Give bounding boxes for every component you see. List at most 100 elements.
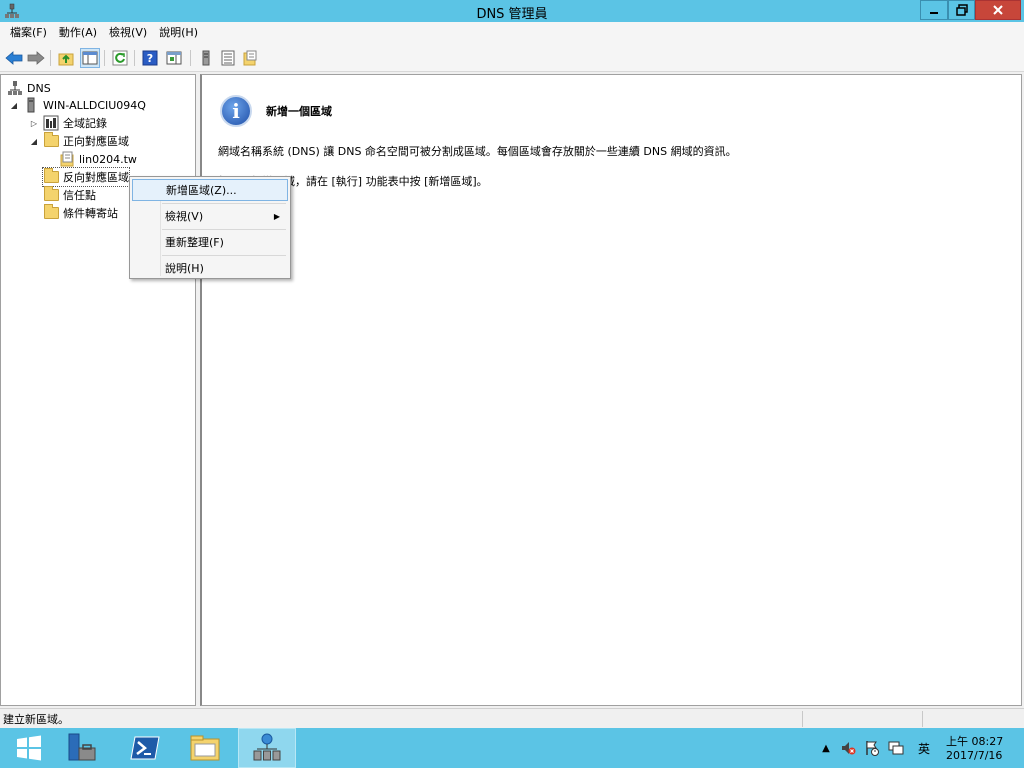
tree-label: 條件轉寄站 [63,207,118,220]
list-button[interactable] [218,48,238,68]
tree-item-conditional-forwarders[interactable]: 條件轉寄站 [43,204,118,222]
svg-text:?: ? [147,52,153,65]
menu-item-help[interactable]: 說明(H) [132,257,288,279]
taskbar-file-explorer[interactable] [176,728,234,768]
windows-logo-icon [17,735,41,761]
menu-view[interactable]: 檢視(V) [103,23,153,43]
tree-item-zone-lin0204[interactable]: lin0204.tw [59,150,137,168]
restore-icon [955,4,968,16]
close-icon [993,5,1003,15]
tree-label: 信任點 [63,189,96,202]
menu-help[interactable]: 說明(H) [153,23,204,43]
tree-item-global-logs[interactable]: ▷ 全域記錄 [29,114,107,132]
show-hidden-icons-icon[interactable]: ▲ [818,740,834,756]
properties-button[interactable] [164,48,184,68]
tree-label: WIN-ALLDCIU094Q [43,98,146,112]
show-hide-tree-icon [82,51,98,65]
back-arrow-icon [5,51,23,65]
minimize-button[interactable] [920,0,948,20]
tree-item-dns[interactable]: DNS [7,79,51,97]
folder-icon [190,735,220,761]
up-one-level-button[interactable] [56,48,76,68]
server-icon [202,50,210,66]
menu-action[interactable]: 動作(A) [53,23,103,43]
submenu-arrow-icon: ▶ [273,211,280,221]
toolbar-separator [134,50,135,66]
new-zone-button[interactable] [240,48,260,68]
server-icon [23,97,39,113]
toolbar-separator [104,50,105,66]
list-icon [221,50,235,66]
tree-label: 反向對應區域 [63,171,129,184]
dns-icon [253,733,281,761]
clock-time[interactable]: 上午 08:27 [946,733,1003,749]
server-manager-icon [68,733,96,761]
forward-button[interactable] [26,48,46,68]
show-hide-tree-button[interactable] [80,48,100,68]
properties-icon [166,51,182,65]
collapse-arrow-icon[interactable]: ◢ [9,100,19,110]
tree-item-forward-zones[interactable]: ◢ 正向對應區域 [29,132,129,150]
restore-button[interactable] [948,0,975,20]
speaker-muted-icon[interactable] [840,740,856,756]
menu-separator [162,203,286,204]
detail-heading: 新增一個區域 [266,105,332,118]
help-icon: ? [142,50,158,66]
taskbar-dns-manager[interactable] [238,728,296,768]
menu-item-new-zone[interactable]: 新增區域(Z)... [132,179,288,201]
menu-file[interactable]: 檔案(F) [4,23,53,43]
powershell-icon [130,736,160,760]
tree-label: DNS [27,81,51,95]
title-bar[interactable]: DNS 管理員 [0,0,1024,22]
tree-item-reverse-zones[interactable]: 反向對應區域 [42,167,130,187]
taskbar-powershell[interactable] [116,728,174,768]
toolbar-separator [50,50,51,66]
tree-item-server[interactable]: ◢ WIN-ALLDCIU094Q [9,96,146,114]
tree-label: 全域記錄 [63,117,107,130]
refresh-button[interactable] [110,48,130,68]
menu-separator [162,255,286,256]
tree-label: 正向對應區域 [63,135,129,148]
menu-separator [162,229,286,230]
dns-manager-window: DNS 管理員 檔案(F) 動作(A) 檢視(V) 說明(H) ? DNS ◢ … [0,0,1024,728]
tree-label: lin0204.tw [79,152,137,166]
taskbar: ▲ 英 上午 08:27 2017/7/16 [0,728,1024,768]
collapse-arrow-icon[interactable]: ◢ [29,136,39,146]
zone-file-icon [59,151,75,167]
clock-date[interactable]: 2017/7/16 [946,749,1002,762]
minimize-icon [930,12,938,14]
tree-item-trust-points[interactable]: 信任點 [43,186,96,204]
network-icon[interactable] [888,740,904,756]
status-cell [922,711,1022,727]
toolbar-separator [190,50,191,66]
expand-arrow-icon[interactable]: ▷ [29,118,39,128]
server-button[interactable] [196,48,216,68]
up-folder-icon [58,53,74,66]
taskbar-server-manager[interactable] [52,728,110,768]
status-cell [802,711,922,727]
refresh-icon [112,50,128,66]
dns-icon [7,80,23,96]
context-menu: 新增區域(Z)... 檢視(V) ▶ 重新整理(F) 說明(H) [129,176,291,279]
ime-language-indicator[interactable]: 英 [916,740,932,756]
forward-arrow-icon [27,51,45,65]
menu-bar: 檔案(F) 動作(A) 檢視(V) 說明(H) [0,22,1024,44]
menu-item-label: 重新整理(F) [165,236,224,249]
back-button[interactable] [4,48,24,68]
action-center-icon[interactable] [864,740,880,756]
menu-item-label: 說明(H) [165,262,204,275]
menu-item-label: 檢視(V) [165,210,204,223]
menu-item-view[interactable]: 檢視(V) ▶ [132,205,288,227]
folder-icon [43,186,59,203]
console-tree[interactable]: DNS ◢ WIN-ALLDCIU094Q ▷ 全域記錄 ◢ 正向對應區域 li… [0,74,196,706]
window-title: DNS 管理員 [476,7,548,22]
menu-item-refresh[interactable]: 重新整理(F) [132,231,288,253]
result-pane: i 新增一個區域 網域名稱系統 (DNS) 讓 DNS 命名空間可被分割成區域。… [200,74,1022,706]
detail-description: 網域名稱系統 (DNS) 讓 DNS 命名空間可被分割成區域。每個區域會存放關於… [218,145,737,158]
start-button[interactable] [0,728,58,768]
status-bar: 建立新區域。 [0,708,1024,728]
information-icon: i [220,95,252,127]
close-button[interactable] [975,0,1021,20]
help-button[interactable]: ? [140,48,160,68]
menu-item-label: 新增區域(Z)... [166,184,237,197]
